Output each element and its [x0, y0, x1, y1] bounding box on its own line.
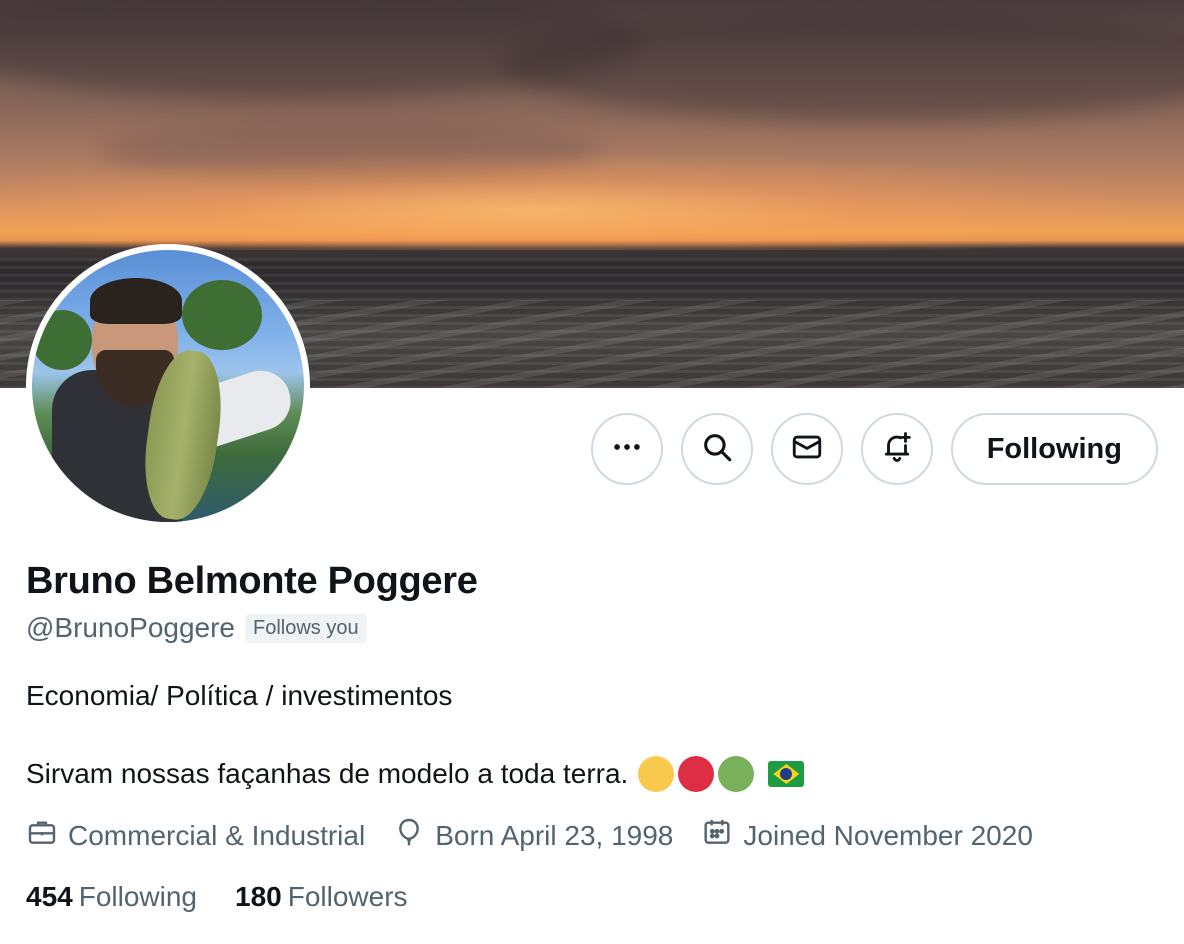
- profile-meta: Commercial & Industrial Born April 23, 1…: [26, 816, 1166, 855]
- birthday-item: Born April 23, 1998: [393, 816, 673, 855]
- calendar-icon: [701, 816, 733, 855]
- search-icon: [700, 430, 734, 469]
- following-count-link[interactable]: 454 Following: [26, 881, 197, 913]
- joined-text: Joined November 2020: [743, 819, 1033, 851]
- profile-info: Bruno Belmonte Poggere @BrunoPoggere Fol…: [26, 558, 1166, 913]
- avatar-tree: [182, 280, 262, 350]
- search-button[interactable]: [680, 413, 753, 485]
- more-button[interactable]: [590, 413, 663, 485]
- balloon-icon: [393, 816, 425, 855]
- joined-item: Joined November 2020: [701, 816, 1033, 855]
- briefcase-icon: [26, 816, 58, 855]
- followers-label: Followers: [287, 881, 408, 912]
- username-handle: @BrunoPoggere: [26, 612, 236, 643]
- follow-counts: 454 Following 180 Followers: [26, 881, 1166, 913]
- banner-sunset-glow: [0, 150, 1184, 250]
- envelope-icon: [790, 430, 824, 469]
- avatar-tree: [32, 310, 92, 370]
- yellow-circle-icon: [638, 756, 675, 792]
- following-label: Following: [78, 881, 197, 912]
- message-button[interactable]: [770, 413, 843, 485]
- handle-row: @BrunoPoggere Follows you: [26, 612, 1166, 644]
- bell-plus-icon: [880, 430, 914, 469]
- avatar-hair: [90, 278, 182, 324]
- followers-count-link[interactable]: 180 Followers: [235, 881, 408, 913]
- follows-you-badge: Follows you: [245, 613, 367, 643]
- followers-count: 180: [235, 881, 282, 912]
- more-horizontal-icon: [610, 430, 644, 469]
- bio-line-1: Economia/ Política / investimentos: [26, 680, 453, 711]
- red-circle-icon: [678, 756, 715, 792]
- brazil-flag-icon: [768, 761, 805, 787]
- avatar[interactable]: [26, 244, 310, 528]
- notifications-button[interactable]: [860, 413, 933, 485]
- following-button[interactable]: Following: [950, 413, 1158, 485]
- bio-line-2: Sirvam nossas façanhas de modelo a toda …: [26, 758, 629, 789]
- green-circle-icon: [718, 756, 755, 792]
- bio: Economia/ Política / investimentos Sirva…: [26, 678, 1166, 792]
- category-text: Commercial & Industrial: [68, 819, 366, 851]
- birthday-text: Born April 23, 1998: [435, 819, 674, 851]
- category-item: Commercial & Industrial: [26, 816, 365, 855]
- following-count: 454: [26, 881, 73, 912]
- profile-actions: Following: [590, 413, 1158, 485]
- display-name: Bruno Belmonte Poggere: [26, 560, 478, 602]
- avatar-photo: [32, 250, 304, 522]
- bio-line-2-row: Sirvam nossas façanhas de modelo a toda …: [26, 756, 1166, 792]
- banner-cloud: [500, 10, 1184, 120]
